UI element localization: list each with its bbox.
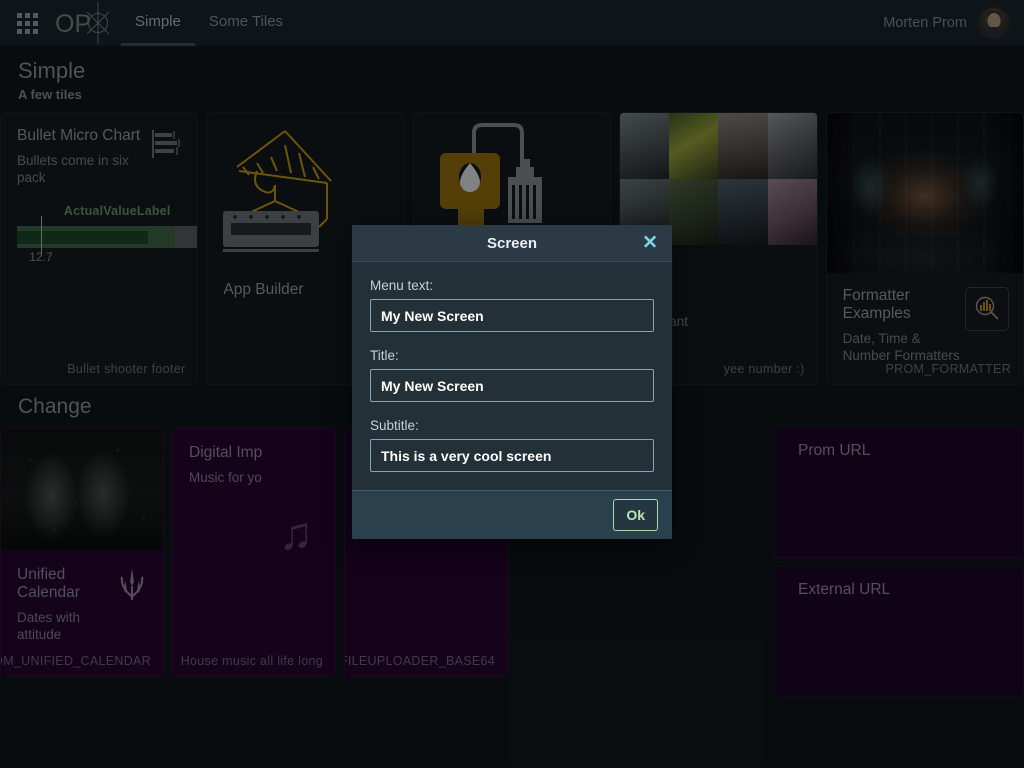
menu-text-label: Menu text: <box>370 278 654 293</box>
dialog-header: Screen ✕ <box>352 225 672 262</box>
subtitle-input[interactable] <box>370 439 654 472</box>
close-x-icon[interactable]: ✕ <box>642 234 658 253</box>
app-root: OP Simple Some Tiles Morten Prom Simple <box>0 0 1024 768</box>
ok-button[interactable]: Ok <box>613 499 658 531</box>
subtitle-label: Subtitle: <box>370 418 654 433</box>
menu-text-input[interactable] <box>370 299 654 332</box>
title-input[interactable] <box>370 369 654 402</box>
title-label: Title: <box>370 348 654 363</box>
screen-dialog: Screen ✕ Menu text: Title: Subtitle: Ok <box>352 225 672 539</box>
dialog-body: Menu text: Title: Subtitle: <box>352 262 672 490</box>
dialog-title: Screen <box>487 235 537 252</box>
dialog-footer: Ok <box>352 490 672 539</box>
